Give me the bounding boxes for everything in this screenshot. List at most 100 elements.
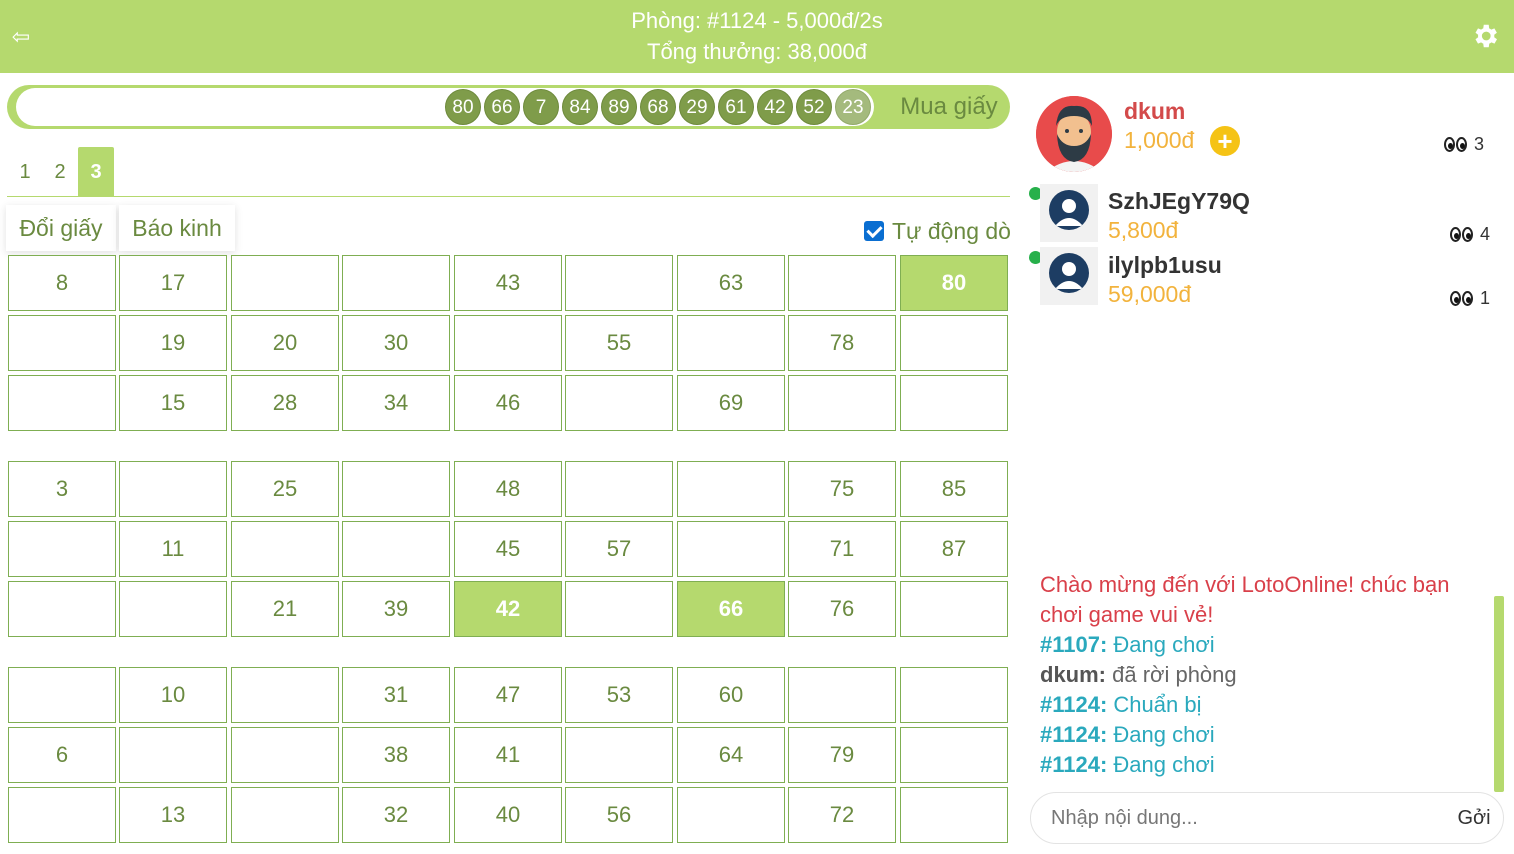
- ticket-cell-empty: [8, 375, 116, 431]
- ticket-cell[interactable]: 15: [119, 375, 227, 431]
- ticket-cell[interactable]: 11: [119, 521, 227, 577]
- player-money: 1,000đ: [1124, 127, 1195, 153]
- avatar: [1036, 96, 1112, 172]
- ticket-cell-empty: [231, 787, 339, 843]
- ticket-cell[interactable]: 46: [454, 375, 562, 431]
- ticket-cell-empty: [565, 727, 673, 783]
- ticket-cell[interactable]: 21: [231, 581, 339, 637]
- ticket-cell[interactable]: 47: [454, 667, 562, 723]
- chat-sender: #1107:: [1040, 632, 1108, 657]
- tab-ticket-2[interactable]: 2: [42, 147, 78, 197]
- ticket-cell-empty: [900, 667, 1008, 723]
- ticket-cell[interactable]: 79: [788, 727, 896, 783]
- ticket-cell[interactable]: 17: [119, 255, 227, 311]
- ticket-cell[interactable]: 53: [565, 667, 673, 723]
- ticket-cell-empty: [342, 461, 450, 517]
- ticket-cell[interactable]: 87: [900, 521, 1008, 577]
- ticket-cell[interactable]: 28: [231, 375, 339, 431]
- ticket-cell-empty: [454, 315, 562, 371]
- ticket-cell-empty: [677, 521, 785, 577]
- ticket-cell[interactable]: 78: [788, 315, 896, 371]
- ticket-cell-empty: [8, 787, 116, 843]
- chat-message: #1124: Đang chơi: [1040, 750, 1490, 780]
- ticket-cell[interactable]: 76: [788, 581, 896, 637]
- ticket-cell-empty: [565, 461, 673, 517]
- chat-messages: #1107: Đang chơi dkum: đã rời phòng #1124:…: [1040, 630, 1490, 780]
- eyes-icon: [1450, 290, 1474, 306]
- change-ticket-button[interactable]: Đổi giấy: [6, 205, 116, 251]
- ticket-cell-empty: [900, 727, 1008, 783]
- player-name: dkum: [1124, 98, 1186, 124]
- gear-icon[interactable]: [1470, 20, 1500, 52]
- ticket-cell[interactable]: 25: [231, 461, 339, 517]
- ticket-cell[interactable]: 69: [677, 375, 785, 431]
- ticket-cell[interactable]: 71: [788, 521, 896, 577]
- ticket-cell[interactable]: 85: [900, 461, 1008, 517]
- ticket-cell[interactable]: 57: [565, 521, 673, 577]
- ticket-cell-empty: [119, 727, 227, 783]
- ticket-cell-empty: [788, 255, 896, 311]
- ticket-cell[interactable]: 48: [454, 461, 562, 517]
- ticket-cell[interactable]: 45: [454, 521, 562, 577]
- ticket-cell[interactable]: 6: [8, 727, 116, 783]
- ticket-cell[interactable]: 19: [119, 315, 227, 371]
- ticket-cell[interactable]: 40: [454, 787, 562, 843]
- ticket-cell[interactable]: 66: [677, 581, 785, 637]
- ticket-cell[interactable]: 80: [900, 255, 1008, 311]
- ticket-cell[interactable]: 56: [565, 787, 673, 843]
- ticket-cell[interactable]: 30: [342, 315, 450, 371]
- ticket-cell[interactable]: 39: [342, 581, 450, 637]
- ticket-cell[interactable]: 43: [454, 255, 562, 311]
- ticket-cell[interactable]: 38: [342, 727, 450, 783]
- ticket-cell[interactable]: 63: [677, 255, 785, 311]
- ticket-cell[interactable]: 20: [231, 315, 339, 371]
- ticket-cell[interactable]: 60: [677, 667, 785, 723]
- ticket-cell-empty: [231, 727, 339, 783]
- ticket-tabs: 1 2 3: [7, 147, 1010, 197]
- ticket-cell[interactable]: 42: [454, 581, 562, 637]
- chat-message: dkum: đã rời phòng: [1040, 660, 1490, 690]
- plus-icon[interactable]: +: [1210, 126, 1240, 156]
- ticket-cell-empty: [231, 667, 339, 723]
- ticket-cell[interactable]: 64: [677, 727, 785, 783]
- chat-message: #1107: Đang chơi: [1040, 630, 1490, 660]
- chat-scrollbar[interactable]: [1494, 596, 1504, 792]
- ticket-cell[interactable]: 3: [8, 461, 116, 517]
- chat-text: Đang chơi: [1113, 632, 1215, 657]
- ticket-cell[interactable]: 32: [342, 787, 450, 843]
- report-win-button[interactable]: Báo kinh: [119, 205, 235, 251]
- ticket-cell-empty: [900, 581, 1008, 637]
- ticket-cell-empty: [119, 461, 227, 517]
- watchers-count: 3: [1444, 132, 1484, 156]
- ticket-cell[interactable]: 75: [788, 461, 896, 517]
- watchers-number: 1: [1480, 287, 1491, 308]
- ticket-cell[interactable]: 31: [342, 667, 450, 723]
- buy-ticket-button[interactable]: Mua giấy: [893, 91, 1005, 123]
- ticket-cell[interactable]: 72: [788, 787, 896, 843]
- auto-check-toggle[interactable]: Tự động dò: [864, 214, 1012, 248]
- ticket-cell-empty: [788, 667, 896, 723]
- ticket-cell[interactable]: 8: [8, 255, 116, 311]
- ticket-cell-empty: [900, 787, 1008, 843]
- tab-ticket-1[interactable]: 1: [7, 147, 43, 197]
- send-button[interactable]: Gởi: [1449, 803, 1499, 833]
- chat-text: Đang chơi: [1113, 722, 1215, 747]
- chat-sender: #1124:: [1040, 722, 1108, 747]
- ticket-cell[interactable]: 34: [342, 375, 450, 431]
- game-screen: ⇦ Phòng: #1124 - 5,000đ/2s Tổng thưởng: …: [0, 0, 1514, 854]
- called-ball: 89: [601, 89, 637, 125]
- called-ball: 52: [796, 89, 832, 125]
- ticket-cell-empty: [788, 375, 896, 431]
- called-ball: 29: [679, 89, 715, 125]
- ticket-cell-empty: [8, 315, 116, 371]
- ticket-cell[interactable]: 41: [454, 727, 562, 783]
- ticket-cell[interactable]: 55: [565, 315, 673, 371]
- chat-input[interactable]: [1051, 801, 1431, 835]
- tab-ticket-3[interactable]: 3: [78, 147, 114, 197]
- ticket-cell[interactable]: 10: [119, 667, 227, 723]
- ticket-cell[interactable]: 13: [119, 787, 227, 843]
- chat-sender: dkum:: [1040, 662, 1106, 687]
- checkbox-checked-icon[interactable]: [864, 221, 884, 241]
- called-ball: 66: [484, 89, 520, 125]
- total-prize: Tổng thưởng: 38,000đ: [647, 39, 867, 64]
